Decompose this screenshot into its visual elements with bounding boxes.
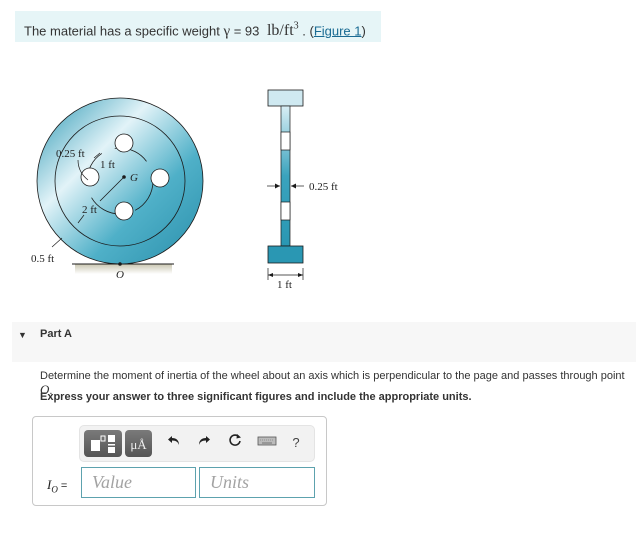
label-rim-thickness: 0.5 ft (31, 253, 54, 265)
answer-panel: μÅ ? IO = (32, 416, 327, 506)
hole-right (150, 168, 170, 188)
rim-arrowhead-right (298, 273, 303, 277)
section-hole-lower (280, 201, 291, 221)
hole-top (114, 133, 134, 153)
section-top-rim (267, 89, 304, 107)
unit-base: lb/ft (266, 22, 294, 40)
templates-icon (91, 435, 115, 453)
problem-statement: The material has a specific weight γ = 9… (15, 11, 381, 42)
leader-0_5ft (51, 237, 63, 248)
hole-bottom (114, 201, 134, 221)
label-hole-radius: 0.25 ft (56, 148, 85, 160)
answer-label: IO = (47, 477, 67, 495)
instruction-text: Express your answer to three significant… (40, 391, 472, 403)
undo-icon[interactable] (164, 432, 184, 454)
intro-text: The material has a specific weight (24, 23, 224, 39)
intro-separator: . ( (298, 23, 314, 39)
units-input[interactable] (199, 467, 315, 498)
units-button[interactable]: μÅ (125, 430, 152, 457)
question-body: Determine the moment of inertia of the w… (40, 370, 625, 382)
point-o-dot (118, 262, 122, 266)
wheel-figure: G 0.25 ft 1 ft 2 ft 0.5 ft O 0.25 ft 1 f… (31, 89, 338, 291)
specific-weight-unit: lb/ft3 (266, 21, 299, 40)
templates-button[interactable] (84, 430, 122, 457)
math-toolbar: μÅ ? (79, 425, 315, 462)
collapse-caret-icon[interactable]: ▼ (18, 330, 27, 340)
web-arrowhead-right (291, 183, 296, 189)
label-inner-radius: 2 ft (82, 204, 97, 216)
rim-arrowhead-left (268, 273, 273, 277)
label-web-thickness: 0.25 ft (309, 181, 338, 193)
help-button[interactable]: ? (286, 432, 306, 454)
figure-link[interactable]: Figure 1 (314, 23, 362, 38)
part-a-header[interactable]: ▼ Part A (12, 322, 636, 362)
label-rim-width: 1 ft (277, 279, 292, 291)
reset-icon[interactable] (225, 432, 245, 454)
label-g: G (130, 172, 138, 184)
hole-left (80, 167, 100, 187)
label-eq: = (57, 480, 68, 492)
section-bottom-rim (267, 245, 304, 264)
keyboard-icon[interactable] (256, 432, 278, 454)
section-web (280, 105, 291, 247)
section-hole-upper (280, 131, 291, 151)
part-title: Part A (40, 328, 72, 340)
label-o: O (116, 269, 124, 281)
label-pitch-radius: 1 ft (100, 159, 115, 171)
intro-closing: ) (361, 23, 366, 39)
intro-equals: = 93 (230, 23, 263, 39)
web-arrowhead-left (275, 183, 280, 189)
redo-icon[interactable] (194, 432, 214, 454)
value-input[interactable] (81, 467, 196, 498)
